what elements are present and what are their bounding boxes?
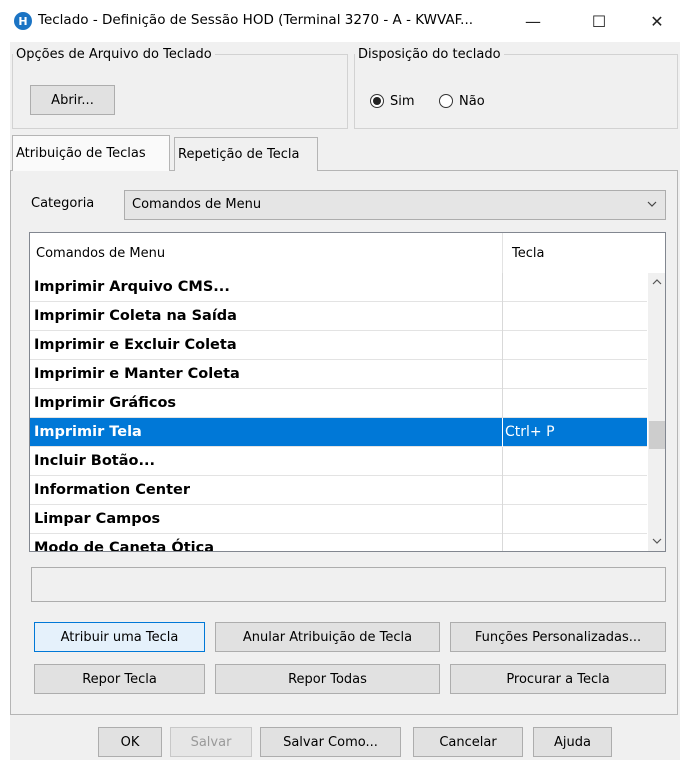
column-header-command[interactable]: Comandos de Menu (30, 233, 502, 273)
radio-no-indicator[interactable] (439, 94, 453, 108)
table-row[interactable]: Modo de Caneta Ótica (30, 534, 647, 552)
chevron-down-icon (647, 196, 657, 215)
reset-all-button[interactable]: Repor Todas (215, 664, 440, 694)
key-description-field (31, 567, 666, 602)
tab-key-repeat[interactable]: Repetição de Tecla (174, 137, 318, 171)
row-key (502, 476, 647, 505)
row-command: Limpar Campos (34, 511, 161, 527)
row-command: Incluir Botão... (34, 453, 155, 469)
row-key: Ctrl+ P (502, 418, 647, 447)
help-button[interactable]: Ajuda (533, 727, 612, 757)
row-command: Imprimir e Excluir Coleta (34, 337, 237, 353)
tab-key-assignment[interactable]: Atribuição de Teclas (12, 135, 170, 171)
row-command: Imprimir Tela (34, 424, 142, 440)
row-command: Imprimir e Manter Coleta (34, 366, 240, 382)
unassign-key-button[interactable]: Anular Atribuição de Tecla (215, 622, 440, 652)
table-row-selected[interactable]: Imprimir Tela Ctrl+ P (30, 418, 647, 447)
commands-table: Comandos de Menu Tecla Imprimir Arquivo … (29, 232, 666, 552)
category-label: Categoria (31, 196, 95, 211)
row-command: Imprimir Arquivo CMS... (34, 279, 230, 295)
row-key (502, 389, 647, 418)
table-row[interactable]: Limpar Campos (30, 505, 647, 534)
minimize-button[interactable]: — (510, 6, 556, 36)
radio-yes-label: Sim (390, 93, 415, 109)
table-row[interactable]: Imprimir e Excluir Coleta (30, 331, 647, 360)
column-header-command-label: Comandos de Menu (36, 245, 166, 261)
category-select[interactable]: Comandos de Menu (124, 190, 666, 220)
table-row[interactable]: Imprimir Arquivo CMS... (30, 273, 647, 302)
open-button[interactable]: Abrir... (30, 85, 115, 115)
column-header-key[interactable]: Tecla (502, 233, 648, 273)
close-button[interactable]: ✕ (634, 6, 680, 36)
row-key (502, 360, 647, 389)
app-icon: H (14, 12, 32, 30)
table-scrollbar[interactable] (648, 273, 665, 551)
reset-key-button[interactable]: Repor Tecla (34, 664, 205, 694)
row-key (502, 302, 647, 331)
radio-no-label: Não (459, 93, 485, 109)
title-bar: H Teclado - Definição de Sessão HOD (Ter… (0, 0, 680, 42)
category-value: Comandos de Menu (132, 197, 262, 212)
row-key (502, 331, 647, 360)
save-button: Salvar (170, 727, 252, 757)
row-command: Modo de Caneta Ótica (34, 540, 214, 552)
file-options-legend: Opções de Arquivo do Teclado (16, 47, 212, 62)
scroll-up-icon[interactable] (651, 276, 663, 292)
table-row[interactable]: Information Center (30, 476, 647, 505)
row-key (502, 447, 647, 476)
save-as-button[interactable]: Salvar Como... (260, 727, 401, 757)
radio-no[interactable]: Não (439, 92, 485, 110)
row-key (502, 505, 647, 534)
radio-yes[interactable]: Sim (370, 92, 415, 110)
row-key (502, 273, 647, 302)
row-command: Information Center (34, 482, 190, 498)
keyboard-layout-group: Disposição do teclado (354, 47, 678, 129)
row-command: Imprimir Coleta na Saída (34, 308, 237, 324)
table-row[interactable]: Imprimir Gráficos (30, 389, 647, 418)
row-command: Imprimir Gráficos (34, 395, 177, 411)
cancel-button[interactable]: Cancelar (413, 727, 523, 757)
table-row[interactable]: Incluir Botão... (30, 447, 647, 476)
window-title: Teclado - Definição de Sessão HOD (Termi… (38, 12, 474, 28)
table-row[interactable]: Imprimir e Manter Coleta (30, 360, 647, 389)
table-row[interactable]: Imprimir Coleta na Saída (30, 302, 647, 331)
maximize-button[interactable]: ☐ (576, 6, 622, 36)
find-key-button[interactable]: Procurar a Tecla (450, 664, 666, 694)
assign-key-button[interactable]: Atribuir uma Tecla (34, 622, 205, 652)
ok-button[interactable]: OK (98, 727, 162, 757)
scrollbar-thumb[interactable] (649, 421, 665, 449)
keyboard-layout-legend: Disposição do teclado (358, 47, 501, 62)
scroll-down-icon[interactable] (651, 535, 663, 551)
row-key (502, 534, 647, 551)
custom-functions-button[interactable]: Funções Personalizadas... (450, 622, 666, 652)
column-header-key-label: Tecla (512, 245, 545, 261)
radio-yes-indicator[interactable] (370, 94, 384, 108)
